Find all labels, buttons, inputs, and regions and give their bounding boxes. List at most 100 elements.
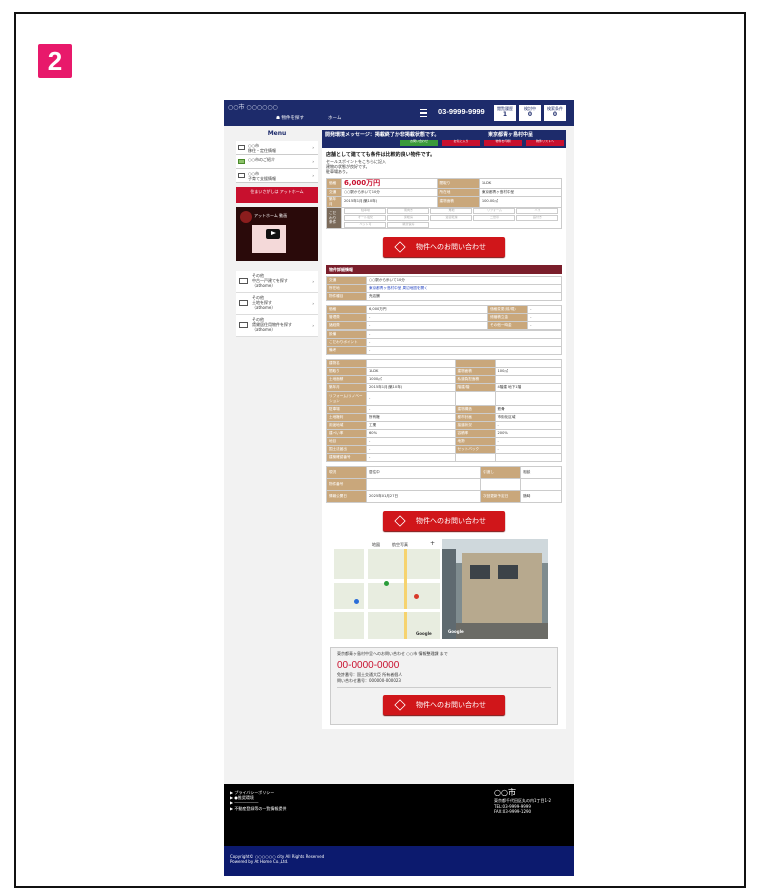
alert-button-inquiry[interactable]: お問い合わせ bbox=[400, 139, 438, 146]
contact-tel[interactable]: 00-0000-0000 bbox=[337, 659, 551, 672]
map-tab-map[interactable]: 地図 bbox=[372, 542, 380, 547]
copyright-bar: Copyright© ○○○○○○ city All Rights Reserv… bbox=[224, 846, 574, 876]
intro-line: 駐車場あり。 bbox=[326, 168, 350, 174]
header-tel[interactable]: 03-9999-9999 bbox=[438, 107, 485, 117]
menu-title: Menu bbox=[267, 130, 287, 137]
history-button[interactable]: 閲覧履歴 1 bbox=[494, 105, 516, 121]
nav-home[interactable]: ホーム bbox=[328, 116, 341, 122]
detail-table-status: 現況 居住中 引渡し 相談 物件番号 情報公開日 2025年01月27日 次回更新予定日随… bbox=[326, 466, 562, 504]
table-row: 建物名 bbox=[326, 359, 562, 369]
contact-box: 東京都青ヶ島村中呈へのお問い合わせ ○○市 情報整理課 まで 00-0000-0… bbox=[330, 647, 558, 726]
tags-row: こだわり条件 駐車場 南向き 角地 リフォーム バスオール電化 床暖房 浴室乾燥 二世帯 庭付き… bbox=[326, 206, 563, 230]
detail-table-features: 設備 - こだわりポイント - 備考 - bbox=[326, 330, 562, 356]
land-icon bbox=[239, 299, 248, 306]
table-row: 管理費 - 修繕積立金 - bbox=[326, 313, 562, 323]
channel-avatar bbox=[240, 210, 252, 223]
map-type-bar: 地図 航空写真 + bbox=[334, 539, 440, 550]
feature-tag: 床暖房 bbox=[387, 214, 430, 221]
feature-tag: ペット可 bbox=[344, 221, 387, 228]
main-content: 開発環境メッセージ：掲載終了か非掲載状態です。 東京都青ヶ島村中呈 お問い合わせ… bbox=[322, 130, 566, 730]
chevron-right-icon: › bbox=[312, 172, 314, 178]
sidebar: Menu ○○市 移住・定住情報 › ○○市のご紹介 › ○○市 子育て支援情報 › … bbox=[236, 130, 318, 337]
video-player[interactable]: アットホーム 動画 bbox=[236, 206, 318, 261]
footer-fax: FAX:03-9999-1290 bbox=[494, 808, 532, 814]
table-row: 情報公開日 2025年01月27日 次回更新予定日 随時 bbox=[326, 490, 562, 504]
footer-links: ▶ プライバシーポリシー ▶ ●推奨環境 ▶ ―――――― ▶ 不動産登録等の一… bbox=[230, 790, 286, 811]
alert-button-print[interactable]: 物件を印刷 bbox=[484, 139, 522, 146]
table-row: 交通 ○○駅から歩いて10分 bbox=[326, 276, 562, 286]
location-pin-icon[interactable] bbox=[384, 581, 389, 587]
alert-button-favorite[interactable]: お気に入り bbox=[442, 139, 480, 146]
fullscreen-icon[interactable]: + bbox=[430, 540, 435, 548]
detail-table-price: 価格 6,000万円 価格変更(前/現) - 管理費 - 修繕積立金 - 諸経費 - その他一時… bbox=[326, 305, 562, 331]
detail-table-building: 建物名 間取り 1LDK 建物面積 100㎡ 土地面積 1000㎡ 私道負担面積 築年月 2… bbox=[326, 359, 562, 463]
footer-address: 東京都千代田区丸の内1丁目1-2 bbox=[494, 798, 552, 804]
detail-table-basic: 交通 ○○駅から歩いて10分 所在地 東京都青ヶ島村中呈 周辺地図を開く 物件種目売… bbox=[326, 276, 562, 302]
chevron-right-icon: › bbox=[312, 322, 314, 328]
building-icon bbox=[238, 144, 245, 150]
feature-tag: リフォーム bbox=[473, 208, 516, 214]
sidebar-item-migration[interactable]: ○○市 移住・定住情報 › bbox=[236, 140, 318, 155]
feature-tag: 南向き bbox=[387, 208, 430, 214]
table-row: 築年月 2015年1月(築10年) 建物面積 100.00㎡ bbox=[326, 196, 563, 208]
address-link[interactable]: 東京都青ヶ島村中呈 周辺地図を開く bbox=[366, 284, 562, 294]
site-brand[interactable]: ○○市 ○○○○○○ bbox=[228, 104, 278, 112]
google-credit: Google bbox=[416, 631, 432, 637]
footer-link-realestate[interactable]: ▶ 不動産登録等の一覧情報提供 bbox=[230, 806, 286, 811]
saved-search-button[interactable]: 検索条件 0 bbox=[544, 105, 566, 121]
feature-tag: 眺望良好 bbox=[387, 221, 430, 228]
chevron-right-icon: › bbox=[312, 158, 314, 164]
inquiry-button-middle[interactable]: 物件へのお問い合わせ bbox=[383, 511, 505, 532]
map-tab-satellite[interactable]: 航空写真 bbox=[392, 542, 408, 547]
price-value: 6,000万円 bbox=[340, 178, 438, 190]
city-icon bbox=[238, 158, 245, 164]
video-title: アットホーム 動画 bbox=[254, 212, 288, 218]
powered-by-text: Powered by At Home Co.,Ltd. bbox=[230, 859, 289, 865]
table-row: 地目 - 地勢 - bbox=[326, 437, 562, 447]
step-badge: 2 bbox=[38, 44, 72, 78]
sidebar-link-land[interactable]: その他 土地を探す （athome） › bbox=[236, 292, 318, 315]
sidebar-link-used-house[interactable]: その他 中古一戸建てを探す （athome） › bbox=[236, 270, 318, 293]
play-icon[interactable] bbox=[266, 228, 280, 239]
sidebar-item-city-intro[interactable]: ○○市のご紹介 › bbox=[236, 154, 318, 169]
intro-block: 店舗として建てても条件は比較的良い物件です。 セールスポイントをこちらに記入 建… bbox=[322, 148, 566, 178]
rental-icon bbox=[239, 321, 248, 328]
sidebar-item-childcare[interactable]: ○○市 子育て支援情報 › bbox=[236, 168, 318, 183]
table-row: リフォーム/リノベーション - bbox=[326, 391, 562, 407]
table-row: 価格 6,000万円 価格変更(前/現) - bbox=[326, 305, 562, 315]
sidebar-link-rental[interactable]: その他 賃貸居住用物件を探す （athome） › bbox=[236, 314, 318, 337]
alert-button-list[interactable]: 物件リストへ bbox=[526, 139, 564, 146]
inquiry-button-bottom[interactable]: 物件へのお問い合わせ bbox=[383, 694, 505, 715]
table-row: 築年月 2015年1月(築10年) 階建/階 4階建 地下1階 bbox=[326, 383, 562, 393]
chevron-right-icon: › bbox=[312, 278, 314, 284]
contact-inquiry-number: 問い合わせ番号：000000-000023 bbox=[337, 677, 401, 683]
location-media: 地図 航空写真 + Google Google bbox=[334, 539, 554, 640]
map-view[interactable]: 地図 航空写真 + Google bbox=[334, 539, 440, 640]
nav-search[interactable]: ☗ 物件を探す bbox=[276, 116, 304, 122]
feature-tag: 角地 bbox=[430, 208, 473, 214]
athome-banner[interactable]: 住まいさがしは アットホーム bbox=[236, 186, 318, 203]
site-header: ○○市 ○○○○○○ ☗ 物件を探す ホーム 03-9999-9999 閲覧履歴… bbox=[224, 100, 574, 126]
alert-company: 東京都青ヶ島村中呈 bbox=[488, 132, 534, 138]
feature-tag: 駐車場 bbox=[344, 208, 387, 214]
table-row: 設備 - bbox=[326, 330, 562, 340]
dev-alert: 開発環境メッセージ：掲載終了か非掲載状態です。 東京都青ヶ島村中呈 お問い合わせ… bbox=[322, 130, 566, 148]
table-row: 所在地 東京都青ヶ島村中呈 周辺地図を開く bbox=[326, 284, 562, 294]
website-screenshot: ○○市 ○○○○○○ ☗ 物件を探す ホーム 03-9999-9999 閲覧履歴… bbox=[224, 100, 574, 876]
table-row: 物件種目 売店舗 bbox=[326, 292, 562, 302]
table-row: 諸経費 - その他一時金 - bbox=[326, 321, 562, 331]
consider-button[interactable]: 検討中 0 bbox=[519, 105, 541, 121]
table-row: 駐車場 - 建物構造 鉄骨 bbox=[326, 405, 562, 415]
table-row: 建ぺい率 60% 容積率 200% bbox=[326, 429, 562, 439]
table-row: 物件番号 bbox=[326, 478, 562, 492]
contact-lead: 東京都青ヶ島村中呈へのお問い合わせ ○○市 情報整理課 まで bbox=[337, 651, 448, 657]
menu-icon[interactable] bbox=[420, 109, 427, 117]
table-row: 間取り 1LDK 建物面積 100㎡ bbox=[326, 367, 562, 377]
feature-tag: バス bbox=[516, 208, 559, 214]
chevron-right-icon: › bbox=[312, 300, 314, 306]
table-row: 交通 ○○駅から歩いて10分 所在地 東京都青ヶ島村中呈 bbox=[326, 188, 563, 198]
inquiry-button-top[interactable]: 物件へのお問い合わせ bbox=[383, 237, 505, 258]
street-view-photo[interactable]: Google bbox=[442, 539, 548, 640]
chevron-right-icon: › bbox=[312, 144, 314, 150]
table-row: 現況 居住中 引渡し 相談 bbox=[326, 466, 562, 480]
